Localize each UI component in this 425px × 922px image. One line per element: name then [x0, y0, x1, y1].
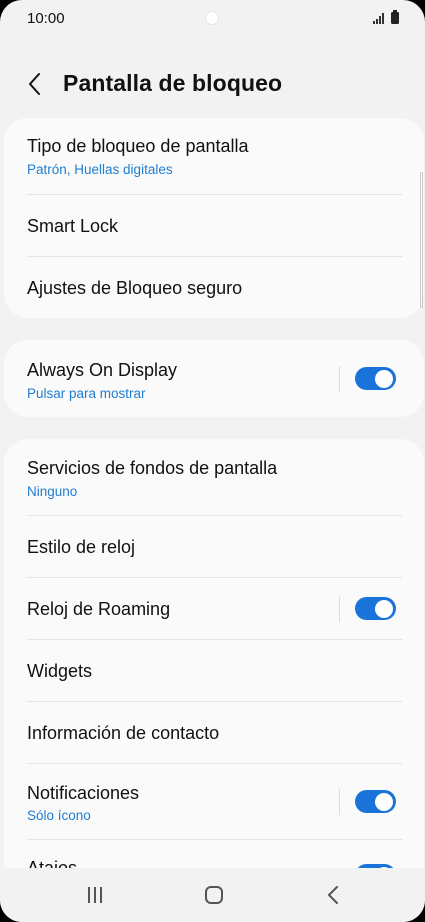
toggle-divider [339, 596, 340, 622]
page-title: Pantalla de bloqueo [63, 70, 283, 96]
list-item-title: Smart Lock [27, 216, 119, 236]
home-icon[interactable] [205, 886, 223, 904]
list-item-title: Widgets [27, 661, 93, 681]
list-item-always-on-display[interactable]: Always On Display Pulsar para mostrar [27, 340, 402, 417]
list-item-title: Información de contacto [27, 723, 220, 743]
recents-icon[interactable] [86, 886, 104, 904]
back-icon[interactable] [323, 884, 343, 906]
list-item-title: Ajustes de Bloqueo seguro [27, 278, 243, 298]
scrollbar[interactable] [420, 172, 423, 308]
list-item-subtitle: Ninguno [27, 484, 78, 499]
toggle-knob [375, 599, 393, 618]
list-item-subtitle: Patrón, Huellas digitales [27, 162, 173, 177]
list-item-title: Servicios de fondos de pantalla [27, 458, 278, 478]
list-item-notifications[interactable]: Notificaciones Sólo ícono [27, 764, 402, 840]
phone-screen: 10:00 Pantalla de bloqueo Tipo de bloque… [0, 0, 425, 922]
always-on-display-card: Always On Display Pulsar para mostrar [4, 340, 424, 417]
list-item-screen-lock-type[interactable]: Tipo de bloqueo de pantalla Patrón, Huel… [27, 118, 402, 195]
toggle-divider [339, 789, 340, 815]
list-item-widgets[interactable]: Widgets [27, 640, 402, 702]
battery-icon [391, 10, 399, 24]
list-item-title: Reloj de Roaming [27, 599, 171, 619]
back-button[interactable] [22, 70, 50, 98]
always-on-display-toggle[interactable] [355, 367, 396, 390]
toggle-knob [375, 369, 393, 388]
toggle-divider [339, 366, 340, 392]
list-item-clock-style[interactable]: Estilo de reloj [27, 516, 402, 578]
list-item-title: Notificaciones [27, 783, 140, 803]
chevron-left-icon [29, 73, 40, 95]
signal-icon [373, 12, 385, 24]
list-item-title: Always On Display [27, 360, 178, 380]
status-time: 10:00 [27, 10, 65, 27]
toggle-knob [375, 792, 393, 811]
lock-type-card: Tipo de bloqueo de pantalla Patrón, Huel… [4, 118, 424, 318]
list-item-smart-lock[interactable]: Smart Lock [27, 195, 402, 257]
lock-screen-options-card: Servicios de fondos de pantalla Ninguno … [4, 439, 424, 909]
header: Pantalla de bloqueo [0, 60, 425, 108]
list-item-roaming-clock[interactable]: Reloj de Roaming [27, 578, 402, 640]
list-item-subtitle: Pulsar para mostrar [27, 386, 146, 401]
list-item-title: Estilo de reloj [27, 537, 136, 557]
roaming-clock-toggle[interactable] [355, 597, 396, 620]
list-item-wallpaper-services[interactable]: Servicios de fondos de pantalla Ninguno [27, 439, 402, 516]
notifications-toggle[interactable] [355, 790, 396, 813]
list-item-secure-lock-settings[interactable]: Ajustes de Bloqueo seguro [27, 257, 402, 319]
chevron-back-icon [328, 886, 338, 904]
navigation-bar [0, 868, 425, 922]
camera-hole [205, 11, 219, 25]
status-bar: 10:00 [0, 0, 425, 38]
list-item-subtitle: Sólo ícono [27, 808, 91, 823]
list-item-contact-information[interactable]: Información de contacto [27, 702, 402, 764]
list-item-title: Tipo de bloqueo de pantalla [27, 136, 249, 156]
